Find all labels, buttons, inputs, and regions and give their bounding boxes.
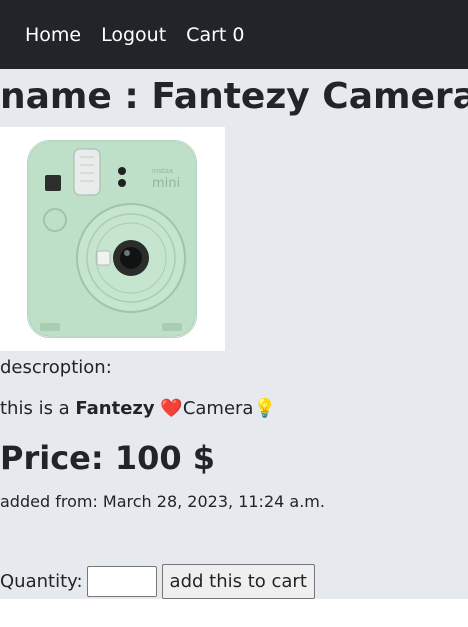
- product-image: instax mini: [0, 127, 225, 351]
- svg-text:mini: mini: [152, 176, 180, 191]
- description-label: descroption:: [0, 357, 112, 378]
- page: Home Logout Cart 0 name : Fantezy Camera…: [0, 0, 468, 599]
- nav-cart-link[interactable]: Cart 0: [186, 24, 244, 46]
- svg-text:instax: instax: [152, 167, 173, 175]
- product-price: Price: 100 $: [0, 439, 216, 477]
- add-to-cart-form: Quantity: add this to cart: [0, 564, 315, 599]
- added-date: added from: March 28, 2023, 11:24 a.m.: [0, 492, 325, 511]
- heart-icon: ❤️: [160, 398, 183, 419]
- lightbulb-icon: 💡: [253, 398, 276, 419]
- quantity-label: Quantity:: [0, 571, 83, 592]
- nav-logout-link[interactable]: Logout: [101, 24, 166, 46]
- navbar: Home Logout Cart 0: [0, 0, 468, 69]
- description-prefix: this is a: [0, 398, 76, 419]
- quantity-input[interactable]: [86, 566, 157, 597]
- description-word: Camera: [182, 398, 254, 419]
- description-text: this is a Fantezy ❤️Camera💡: [0, 397, 468, 421]
- nav-home-link[interactable]: Home: [25, 24, 81, 46]
- description-bold: Fantezy: [75, 398, 155, 419]
- add-to-cart-button[interactable]: add this to cart: [161, 564, 315, 599]
- product-title: name : Fantezy Camera: [0, 76, 468, 117]
- camera-illustration: instax mini: [27, 140, 197, 338]
